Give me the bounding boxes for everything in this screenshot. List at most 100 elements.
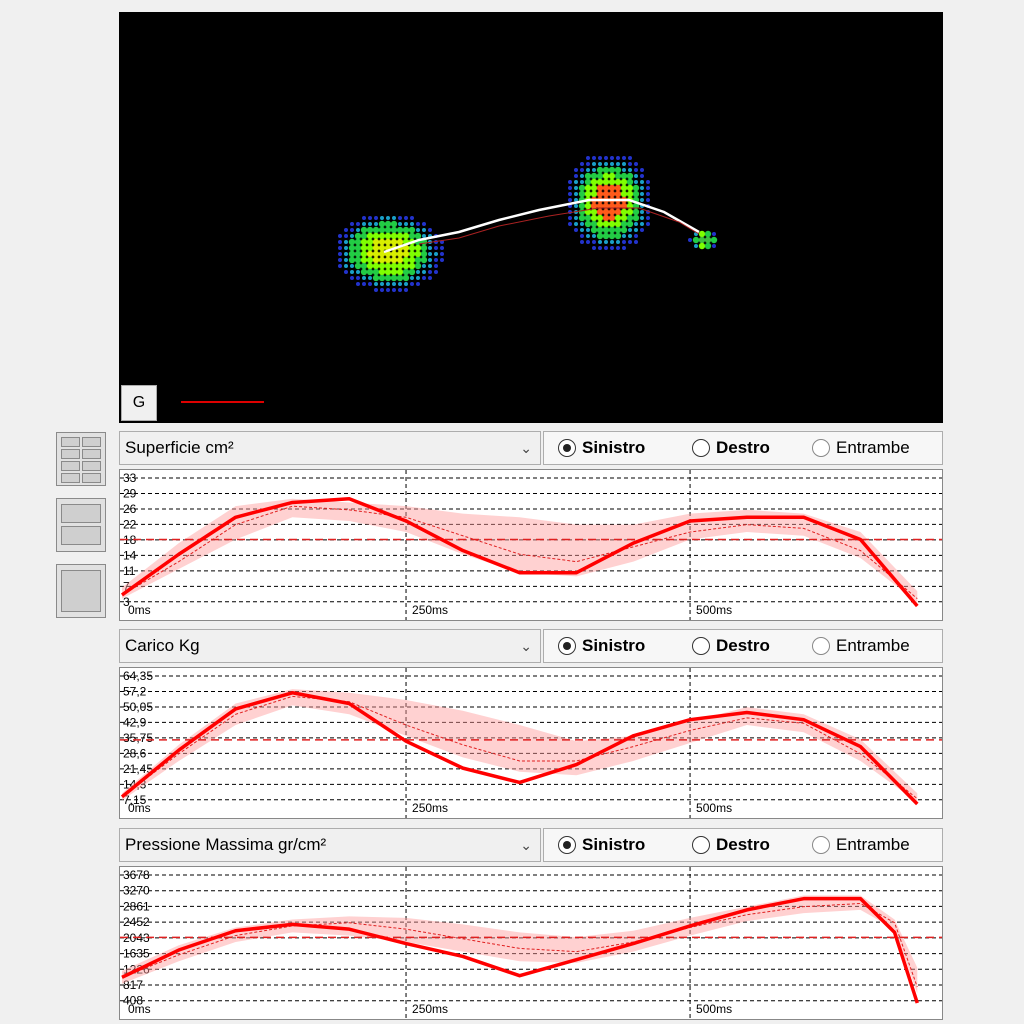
pressure-dot (602, 232, 610, 240)
y-tick-label: 42,9 (123, 715, 147, 729)
pressure-dot (372, 268, 380, 276)
pressure-dot (590, 172, 598, 180)
pressure-blob (338, 216, 444, 292)
pressure-dot (378, 238, 386, 246)
trajectory-line (383, 198, 700, 254)
pressure-dot (350, 276, 354, 280)
pressure-dot (616, 246, 620, 250)
pressure-dot (580, 168, 584, 172)
radio-label: Entrambe (836, 438, 910, 457)
pressure-dot (428, 276, 432, 280)
pressure-dot (640, 222, 644, 226)
pressure-dot (344, 240, 348, 244)
pressure-dot (602, 178, 610, 186)
pressure-dot (640, 210, 644, 214)
radio-destro[interactable]: Destro (692, 630, 770, 662)
pressure-dot (602, 190, 610, 198)
radio-destro[interactable]: Destro (692, 432, 770, 464)
radio-destro[interactable]: Destro (692, 829, 770, 861)
pressure-dot (354, 244, 362, 252)
radio-label: Entrambe (836, 835, 910, 854)
pressure-dot (368, 282, 372, 286)
pressure-dot (584, 184, 592, 192)
pressure-dot (574, 228, 578, 232)
pressure-dot (640, 198, 644, 202)
pressure-dot (608, 208, 616, 216)
chart-svg: 36783270286124522043163512268174080ms 250… (120, 867, 942, 1019)
pressure-dot (420, 250, 428, 258)
pressure-dot (372, 226, 380, 234)
pressure-dot (568, 186, 572, 190)
pressure-blob (688, 230, 718, 250)
pressure-dot (628, 162, 632, 166)
radio-circle-icon (812, 637, 830, 655)
pressure-dot (640, 180, 644, 184)
pressure-dot (602, 184, 610, 192)
radio-entrambe[interactable]: Entrambe (812, 829, 910, 861)
x-tick-label: 500ms (696, 1002, 732, 1016)
pressure-dot (410, 222, 414, 226)
pressure-dot (610, 162, 614, 166)
pressure-dot (356, 282, 360, 286)
pressure-dot (390, 238, 398, 246)
pressure-dot (622, 246, 626, 250)
chart-3-plot[interactable]: 3678 3270 2861 2452 2043 1635 1226 817 408 0ms 250… (119, 866, 943, 1020)
radio-entrambe[interactable]: Entrambe (812, 432, 910, 464)
pressure-dot (360, 226, 368, 234)
layout-four-charts-button[interactable] (56, 432, 106, 486)
pressure-dot (614, 220, 622, 228)
radio-label: Destro (716, 438, 770, 457)
pressure-dot (692, 236, 700, 244)
y-tick-label: 22 (123, 517, 137, 531)
pressure-dot (390, 226, 398, 234)
layout-single-chart-button[interactable] (56, 564, 106, 618)
pressure-dot (614, 190, 622, 198)
radio-sinistro[interactable]: Sinistro (558, 829, 645, 861)
pressure-dot (574, 222, 578, 226)
chevron-down-icon: ⌄ (520, 638, 532, 654)
pressure-dot (698, 236, 706, 244)
chart-1-plot[interactable]: 33 29 26 22 18 14 11 7 3 0ms 250ms 500ms (119, 469, 943, 621)
chart-2-metric-select[interactable]: Carico Kg ⌄ (119, 629, 541, 663)
pressure-dot (384, 262, 392, 270)
x-tick-label: 250ms (412, 1002, 448, 1016)
radio-sinistro[interactable]: Sinistro (558, 432, 645, 464)
pressure-dot (396, 256, 404, 264)
pressure-dot (580, 234, 584, 238)
g-button[interactable]: G (121, 385, 157, 421)
pressure-dot (428, 246, 432, 250)
radio-entrambe[interactable]: Entrambe (812, 630, 910, 662)
radio-circle-icon (558, 439, 576, 457)
radio-sinistro[interactable]: Sinistro (558, 630, 645, 662)
pressure-dot (372, 232, 380, 240)
pressure-dot (574, 192, 578, 196)
pressure-dot (626, 190, 634, 198)
pressure-dot (640, 174, 644, 178)
pressure-dot (568, 216, 572, 220)
pressure-dot (592, 168, 596, 172)
pressure-dot (348, 244, 356, 252)
chart-2-plot[interactable]: 64,35 57,2 50,05 42,9 35,75 28,6 21,45 14,3 7,15… (119, 667, 943, 819)
pressure-dot (578, 214, 586, 222)
pressure-dot (628, 234, 632, 238)
pressure-dot (584, 220, 592, 228)
layout-two-charts-button[interactable] (56, 498, 106, 552)
pressure-heatmap-canvas[interactable] (119, 12, 943, 423)
pressure-dot (378, 274, 386, 282)
pressure-dot (386, 282, 390, 286)
pressure-dot (360, 250, 368, 258)
pressure-dot (608, 220, 616, 228)
pressure-dot (578, 190, 586, 198)
pressure-dot (586, 168, 590, 172)
chart-3-metric-select[interactable]: Pressione Massima gr/cm² ⌄ (119, 828, 541, 862)
y-tick-label: 11 (123, 564, 136, 578)
pressure-dot (384, 268, 392, 276)
chart-3-select-label: Pressione Massima gr/cm² (125, 835, 327, 854)
pressure-dot (434, 258, 438, 262)
y-tick-label: 35,75 (123, 731, 153, 745)
pressure-dot (596, 220, 604, 228)
pressure-dot (396, 232, 404, 240)
pressure-dot (434, 270, 438, 274)
chart-1-metric-select[interactable]: Superficie cm² ⌄ (119, 431, 541, 465)
radio-circle-icon (692, 836, 710, 854)
